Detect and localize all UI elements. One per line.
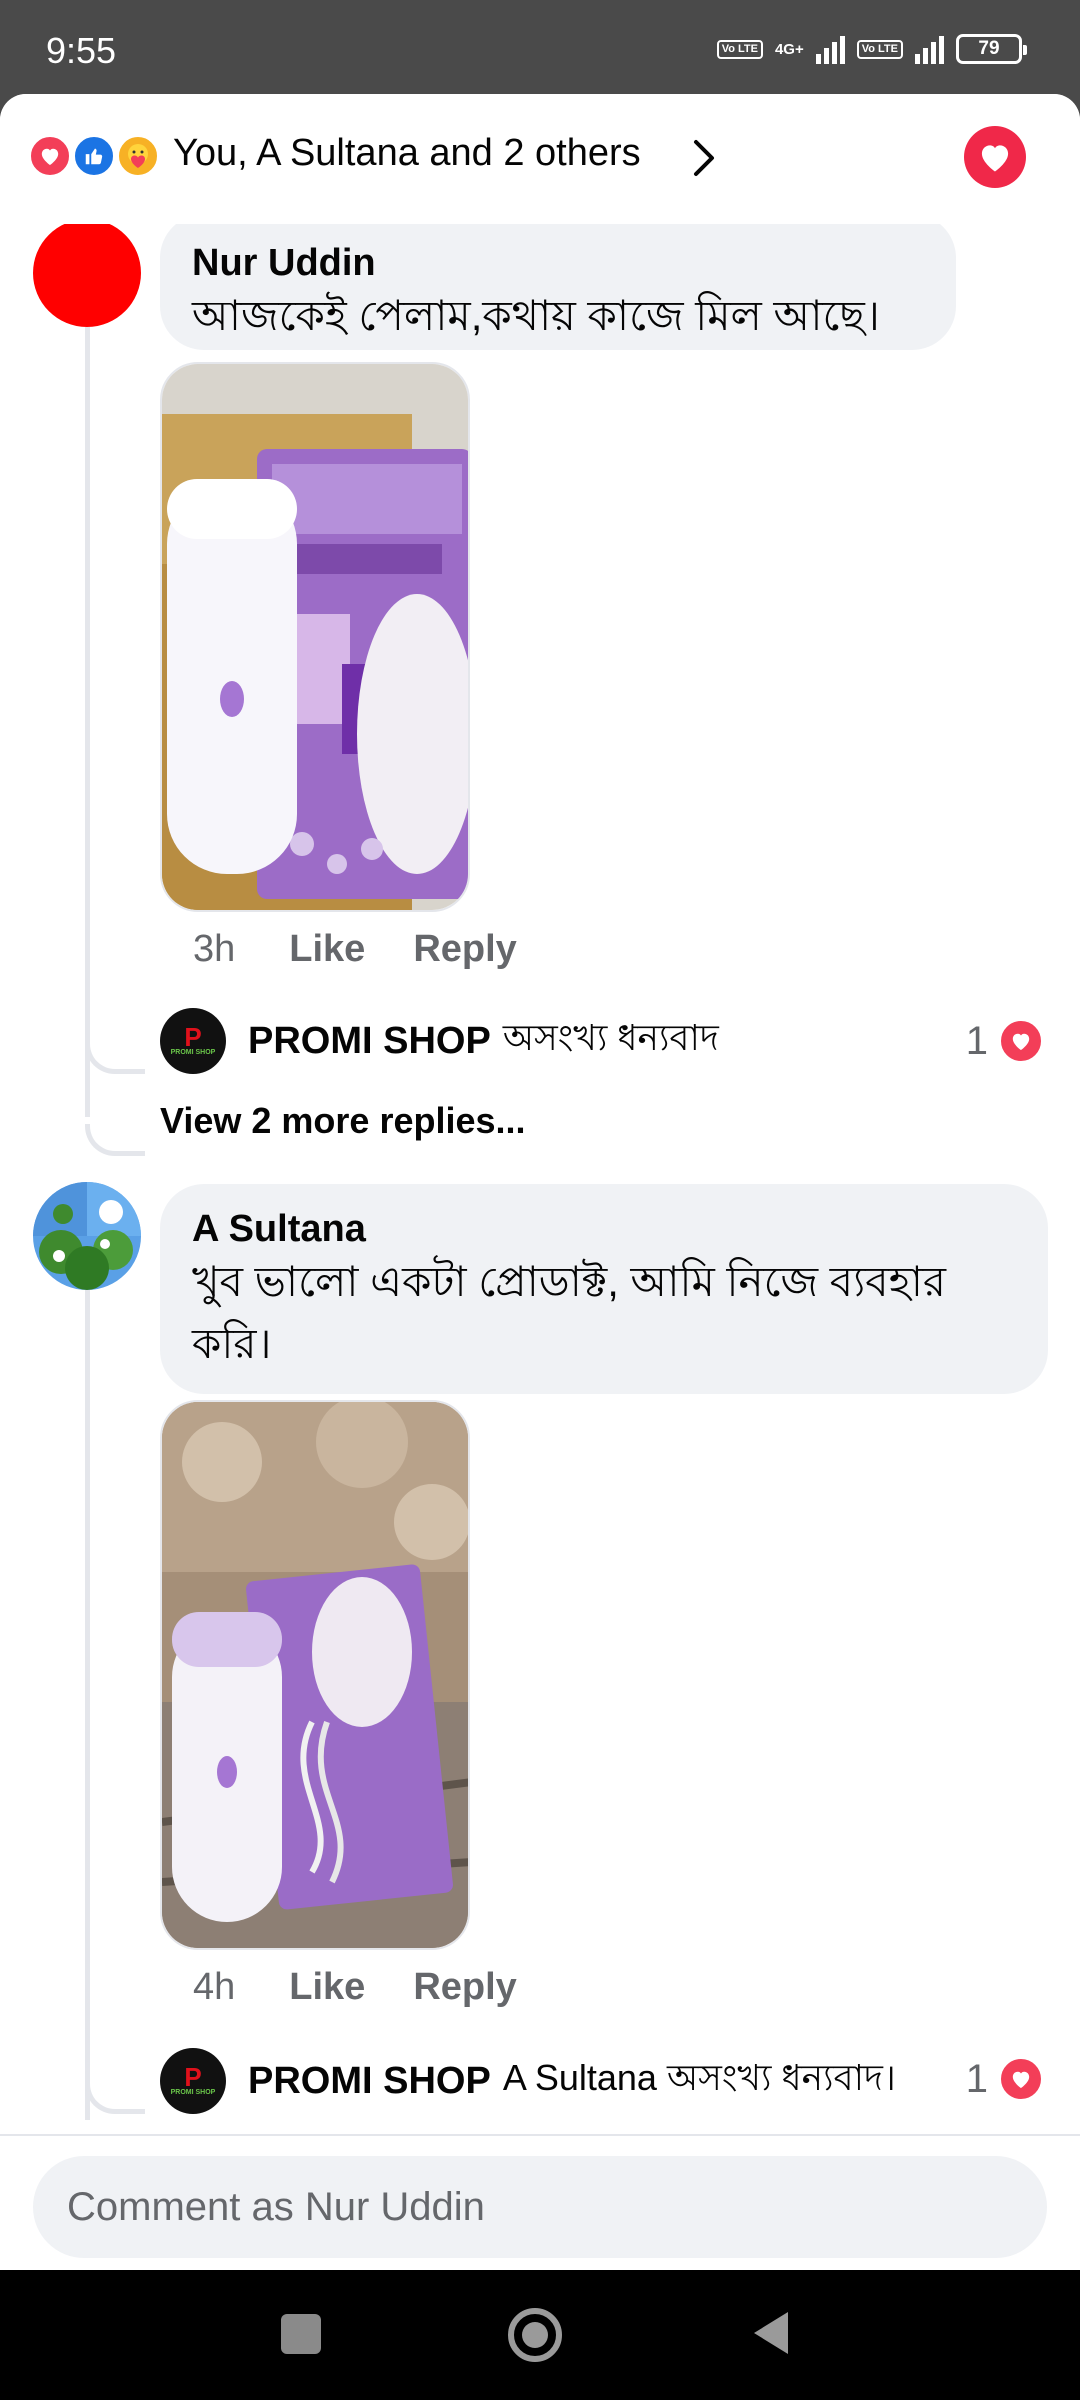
status-bar: 9:55 Vo LTE 4G+ Vo LTE 79 [0, 0, 1080, 94]
shop-logo-label: PROMI SHOP [170, 1049, 216, 1056]
love-icon [998, 1018, 1044, 1064]
like-icon [72, 134, 116, 178]
comment-input[interactable] [33, 2156, 1047, 2258]
volte-icon-2: Vo LTE [856, 39, 903, 59]
comment-text-line-2: করি। [192, 1320, 272, 1367]
signal-icon [815, 34, 845, 64]
thread-connector [85, 1042, 145, 1074]
reply-author[interactable]: PROMI SHOP [248, 2060, 491, 2103]
comment-text: আজকেই পেলাম,কথায় কাজে মিল আছে। [192, 292, 880, 339]
battery-level: 79 [978, 38, 1000, 59]
comment-reaction-count[interactable]: 1 [966, 1018, 1044, 1064]
comment-composer [0, 2134, 1080, 2270]
reaction-count: 1 [965, 1018, 988, 1063]
thread-connector [85, 1124, 145, 1156]
comment-text-line-1: খুব ভালো একটা প্রোডাক্ট, আমি নিজে ব্যবহা… [192, 1258, 947, 1305]
chevron-right-icon[interactable] [692, 138, 716, 183]
comment-bubble[interactable]: Nur Uddin আজকেই পেলাম,কথায় কাজে মিল আছে… [160, 214, 956, 350]
volte-icon: Vo LTE [716, 39, 763, 59]
comment-meta: 4h Like Reply [193, 1966, 517, 2009]
reply-item[interactable]: P PROMI SHOP PROMI SHOP A Sultana অসংখ্য… [160, 2048, 896, 2114]
back-button[interactable] [752, 2310, 790, 2361]
network-type: 4G+ [774, 40, 804, 58]
thread-line [85, 327, 90, 1117]
reply-item[interactable]: P PROMI SHOP PROMI SHOP অসংখ্য ধন্যবাদ [160, 1008, 719, 1074]
view-more-replies[interactable]: View 2 more replies... [160, 1100, 526, 1142]
thread-line [85, 1290, 90, 2120]
comment-time: 4h [193, 1966, 236, 2008]
status-time: 9:55 [46, 30, 117, 71]
love-icon [28, 134, 72, 178]
comments-sheet: You, A Sultana and 2 others Nur Uddin আজ… [0, 94, 1080, 2270]
comment-author[interactable]: Nur Uddin [192, 214, 924, 285]
love-icon [998, 2056, 1044, 2102]
love-reaction-button[interactable] [964, 126, 1026, 188]
avatar-promi-shop[interactable]: P PROMI SHOP [160, 2048, 226, 2114]
reactions-header[interactable]: You, A Sultana and 2 others [0, 94, 1080, 224]
shop-logo-letter: P [184, 2062, 202, 2092]
recents-button[interactable] [281, 2314, 321, 2354]
battery-icon: 79 [956, 34, 1027, 64]
like-button[interactable]: Like [289, 928, 365, 971]
shop-logo-label: PROMI SHOP [170, 2089, 216, 2096]
avatar-promi-shop[interactable]: P PROMI SHOP [160, 1008, 226, 1074]
reply-author[interactable]: PROMI SHOP [248, 1020, 491, 1063]
comment-meta: 3h Like Reply [193, 928, 517, 971]
reply-button[interactable]: Reply [413, 1966, 516, 2009]
thread-connector [85, 2082, 145, 2114]
reply-text: অসংখ্য ধন্যবাদ [502, 1017, 719, 1058]
reaction-icons [28, 134, 160, 178]
system-nav-bar [0, 2270, 1080, 2400]
comment-author[interactable]: A Sultana [192, 1184, 1016, 1251]
avatar-a-sultana[interactable] [33, 1182, 141, 1290]
reply-button[interactable]: Reply [413, 928, 516, 971]
reaction-count: 1 [965, 2056, 988, 2101]
comment-bubble[interactable]: A Sultana খুব ভালো একটা প্রোডাক্ট, আমি ন… [160, 1184, 1048, 1394]
comment-time: 3h [193, 928, 236, 970]
shop-logo-letter: P [184, 1022, 202, 1052]
comment-photo[interactable] [160, 1400, 470, 1950]
like-button[interactable]: Like [289, 1966, 365, 2009]
reply-text: A Sultana অসংখ্য ধন্যবাদ। [502, 2057, 896, 2098]
signal-icon-2 [915, 34, 944, 64]
care-icon [116, 134, 160, 178]
avatar-nur-uddin[interactable] [33, 219, 141, 327]
comment-reaction-count[interactable]: 1 [966, 2056, 1044, 2102]
home-button[interactable] [508, 2308, 562, 2362]
home-icon [522, 2322, 548, 2348]
status-icons: Vo LTE 4G+ Vo LTE 79 [716, 34, 1027, 64]
comment-photo[interactable] [160, 362, 470, 912]
reactions-summary[interactable]: You, A Sultana and 2 others [173, 132, 641, 175]
